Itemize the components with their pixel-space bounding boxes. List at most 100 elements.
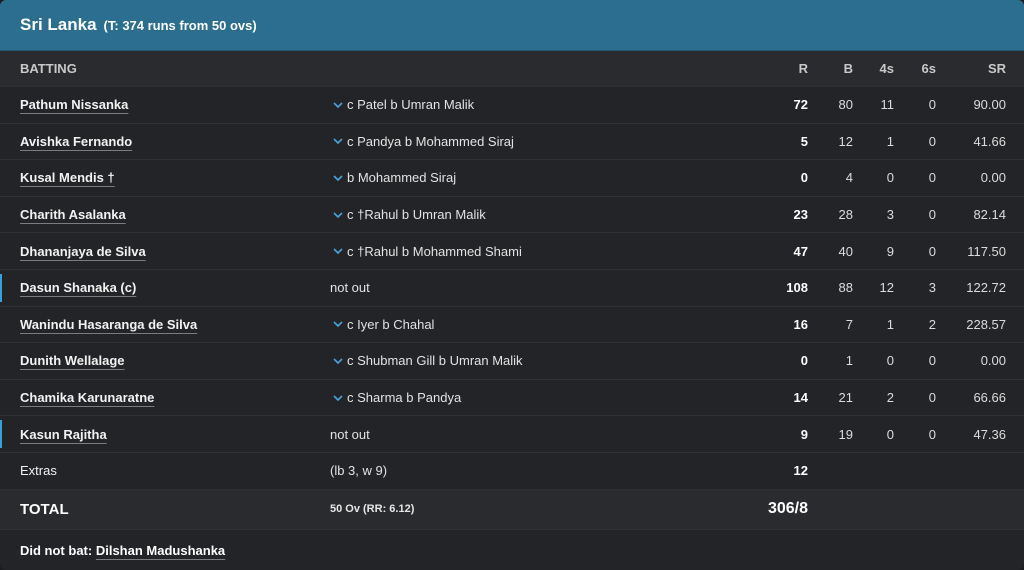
did-not-bat: Did not bat: Dilshan Madushanka xyxy=(20,543,225,558)
fours-value: 11 xyxy=(880,97,895,113)
dismissal-text: c Shubman Gill b Umran Malik xyxy=(347,353,523,369)
sixes-value: 0 xyxy=(928,207,936,223)
batter-name-link[interactable]: Dasun Shanaka (c) xyxy=(20,280,136,295)
strike-rate-value: 47.36 xyxy=(973,426,1006,442)
batter-name-link[interactable]: Charith Asalanka xyxy=(20,207,126,222)
strike-rate-value: 0.00 xyxy=(980,170,1006,186)
runs-value: 9 xyxy=(800,426,808,442)
runs-heading: R xyxy=(798,61,808,76)
dismissal-text: c Patel b Umran Malik xyxy=(347,97,475,113)
sixes-value: 0 xyxy=(928,133,936,149)
strike-rate-value: 122.72 xyxy=(966,280,1006,296)
balls-value: 28 xyxy=(838,207,853,223)
target-text: (T: 374 runs from 50 ovs) xyxy=(103,17,257,33)
total-label: TOTAL xyxy=(20,500,69,518)
batter-name-link[interactable]: Avishka Fernando xyxy=(20,134,132,149)
fours-value: 12 xyxy=(879,280,894,296)
dismissal-text: c Iyer b Chahal xyxy=(347,316,435,332)
batter-row-not-out: Dasun Shanaka (c) not out 108 88 12 3 12… xyxy=(0,270,1024,307)
runs-value: 23 xyxy=(793,207,808,223)
chevron-down-icon[interactable] xyxy=(333,356,343,366)
balls-heading: B xyxy=(843,61,853,76)
chevron-down-icon[interactable] xyxy=(333,100,343,110)
balls-value: 88 xyxy=(838,280,853,296)
sixes-value: 2 xyxy=(928,316,936,332)
sixes-value: 0 xyxy=(928,390,936,406)
fours-value: 1 xyxy=(886,133,894,149)
sixes-value: 0 xyxy=(928,97,936,113)
runs-value: 16 xyxy=(793,316,808,332)
dismissal-text: not out xyxy=(330,280,370,296)
dismissal-text: c Pandya b Mohammed Siraj xyxy=(347,133,514,149)
balls-value: 40 xyxy=(838,243,853,259)
batting-heading: BATTING xyxy=(20,61,77,76)
balls-value: 80 xyxy=(838,97,853,113)
strike-rate-value: 82.14 xyxy=(973,207,1006,223)
batter-name-link[interactable]: Kusal Mendis † xyxy=(20,170,115,185)
total-score: 306/8 xyxy=(767,500,808,518)
batter-name-link[interactable]: Chamika Karunaratne xyxy=(20,390,154,405)
batter-row: Charith Asalanka c †Rahul b Umran Malik … xyxy=(0,197,1024,234)
overs-run-rate: 50 Ov (RR: 6.12) xyxy=(330,503,415,516)
strike-rate-value: 66.66 xyxy=(973,390,1006,406)
dismissal-text: not out xyxy=(330,426,370,442)
batter-row-not-out: Kasun Rajitha not out 9 19 0 0 47.36 xyxy=(0,416,1024,453)
strike-rate-value: 90.00 xyxy=(973,97,1006,113)
runs-value: 5 xyxy=(800,133,808,149)
batter-name-link[interactable]: Wanindu Hasaranga de Silva xyxy=(20,317,197,332)
sixes-value: 0 xyxy=(928,243,936,259)
chevron-down-icon[interactable] xyxy=(333,210,343,220)
chevron-down-icon[interactable] xyxy=(333,319,343,329)
chevron-down-icon[interactable] xyxy=(333,393,343,403)
innings-header[interactable]: Sri Lanka (T: 374 runs from 50 ovs) xyxy=(0,0,1024,51)
batter-row: Wanindu Hasaranga de Silva c Iyer b Chah… xyxy=(0,307,1024,344)
fours-value: 1 xyxy=(886,316,894,332)
dismissal-text: c Sharma b Pandya xyxy=(347,390,462,406)
balls-value: 7 xyxy=(845,316,853,332)
did-not-bat-label: Did not bat: xyxy=(20,543,93,558)
fours-value: 0 xyxy=(886,426,894,442)
sixes-value: 0 xyxy=(928,426,936,442)
balls-value: 12 xyxy=(838,133,853,149)
fours-value: 2 xyxy=(886,390,894,406)
fours-value: 9 xyxy=(886,243,894,259)
sixes-value: 0 xyxy=(928,170,936,186)
sixes-value: 3 xyxy=(928,280,936,296)
strike-rate-value: 117.50 xyxy=(967,243,1006,259)
batter-row: Pathum Nissanka c Patel b Umran Malik 72… xyxy=(0,87,1024,124)
did-not-bat-player-link[interactable]: Dilshan Madushanka xyxy=(96,543,225,558)
team-name: Sri Lanka xyxy=(20,15,97,34)
total-row: TOTAL 50 Ov (RR: 6.12) 306/8 xyxy=(0,489,1024,530)
chevron-down-icon[interactable] xyxy=(333,136,343,146)
fours-value: 3 xyxy=(886,207,894,223)
runs-value: 108 xyxy=(786,280,808,296)
strike-rate-value: 0.00 xyxy=(980,353,1006,369)
balls-value: 21 xyxy=(838,390,853,406)
dismissal-text: b Mohammed Siraj xyxy=(347,170,457,186)
scorecard: Sri Lanka (T: 374 runs from 50 ovs) BATT… xyxy=(0,0,1024,570)
strike-rate-value: 41.66 xyxy=(973,133,1006,149)
fours-heading: 4s xyxy=(879,61,894,76)
batter-row: Dhananjaya de Silva c †Rahul b Mohammed … xyxy=(0,233,1024,270)
batter-name-link[interactable]: Dhananjaya de Silva xyxy=(20,244,146,259)
sixes-heading: 6s xyxy=(921,61,936,76)
batter-row: Avishka Fernando c Pandya b Mohammed Sir… xyxy=(0,124,1024,161)
batter-name-link[interactable]: Dunith Wellalage xyxy=(20,353,125,368)
chevron-down-icon[interactable] xyxy=(333,246,343,256)
runs-value: 72 xyxy=(793,97,808,113)
balls-value: 4 xyxy=(845,170,853,186)
extras-label: Extras xyxy=(20,463,57,479)
strike-rate-heading: SR xyxy=(987,61,1006,76)
chevron-down-icon[interactable] xyxy=(333,173,343,183)
balls-value: 1 xyxy=(845,353,853,369)
batter-name-link[interactable]: Kasun Rajitha xyxy=(20,427,107,442)
runs-value: 14 xyxy=(793,390,808,406)
sixes-value: 0 xyxy=(928,353,936,369)
extras-detail: (lb 3, w 9) xyxy=(330,463,388,479)
batter-row: Dunith Wellalage c Shubman Gill b Umran … xyxy=(0,343,1024,380)
extras-row: Extras (lb 3, w 9) 12 xyxy=(0,453,1024,490)
batter-name-link[interactable]: Pathum Nissanka xyxy=(20,97,128,112)
batter-row: Chamika Karunaratne c Sharma b Pandya 14… xyxy=(0,380,1024,417)
fours-value: 0 xyxy=(886,353,894,369)
balls-value: 19 xyxy=(838,426,853,442)
